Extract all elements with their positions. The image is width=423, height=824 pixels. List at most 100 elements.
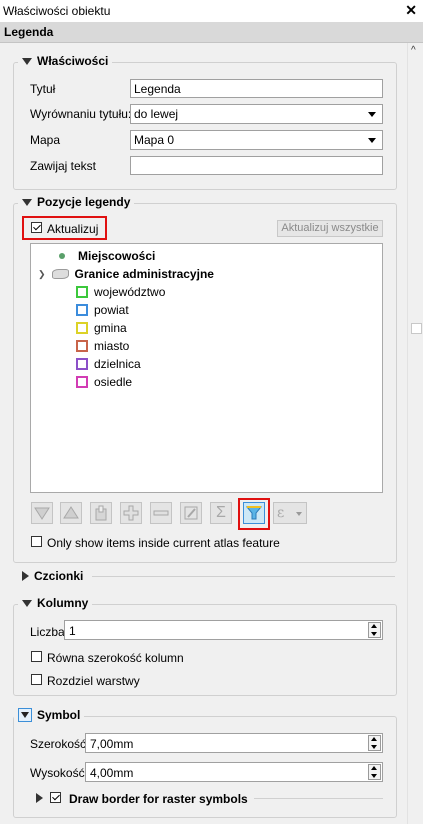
tree-class-dzielnica[interactable]: dzielnica <box>76 357 141 371</box>
tree-class-label: dzielnica <box>94 357 141 371</box>
point-symbol-icon <box>59 253 65 259</box>
symbol-width-value: 7,00mm <box>90 737 134 751</box>
title-input[interactable]: Legenda <box>130 79 383 98</box>
tree-item-miejscowosci[interactable]: Miejscowości <box>58 249 155 263</box>
scroll-thumb[interactable] <box>411 323 422 334</box>
title-alignment-select[interactable]: do lewej <box>130 104 383 124</box>
expression-icon: ε <box>277 505 285 521</box>
raster-border-checkbox[interactable] <box>50 792 61 803</box>
collapse-icon <box>22 57 32 65</box>
remove-item-button[interactable] <box>150 502 172 524</box>
add-group-button[interactable] <box>90 502 112 524</box>
symbol-swatch <box>76 340 88 352</box>
tree-item-label: Miejscowości <box>78 249 156 263</box>
symbol-group-toggle[interactable]: Symbol <box>14 708 85 722</box>
tree-class-label: województwo <box>94 285 166 299</box>
tree-class-label: osiedle <box>94 375 133 389</box>
move-down-button[interactable] <box>31 502 53 524</box>
fonts-group-toggle[interactable]: Czcionki <box>18 569 88 583</box>
raster-border-label: Draw border for raster symbols <box>69 792 248 806</box>
remove-item-icon <box>153 510 169 516</box>
symbol-width-label: Szerokość <box>30 737 87 751</box>
equal-width-checkbox[interactable] <box>31 651 42 662</box>
column-count-spinbox[interactable]: 1 <box>64 620 383 640</box>
spin-buttons[interactable] <box>368 735 381 751</box>
symbol-swatch <box>76 286 88 298</box>
fonts-group-line <box>92 576 395 577</box>
column-count-label: Liczba <box>30 625 65 639</box>
symbol-swatch <box>76 304 88 316</box>
collapse-icon <box>22 599 32 607</box>
chevron-down-icon[interactable]: ❯ <box>38 269 46 280</box>
close-icon[interactable]: ✕ <box>405 2 417 19</box>
columns-group-title: Kolumny <box>37 596 89 610</box>
tree-class-gmina[interactable]: gmina <box>76 321 127 335</box>
vertical-scrollbar[interactable]: ^ <box>407 43 423 824</box>
move-down-icon <box>34 507 50 520</box>
properties-scroll-area: Właściwości Tytuł Legenda Wyrównaniu tyt… <box>0 43 407 824</box>
symbol-swatch <box>76 358 88 370</box>
edit-item-button[interactable] <box>180 502 202 524</box>
sum-button[interactable]: Σ <box>210 502 232 524</box>
expand-icon[interactable] <box>36 793 43 803</box>
legend-tree[interactable]: Miejscowości ❯ Granice administracyjne w… <box>30 243 383 493</box>
symbol-swatch <box>76 322 88 334</box>
auto-update-label: Aktualizuj <box>47 222 99 236</box>
move-up-button[interactable] <box>60 502 82 524</box>
tree-class-powiat[interactable]: powiat <box>76 303 129 317</box>
atlas-only-label: Only show items inside current atlas fea… <box>47 536 280 550</box>
filter-legend-icon <box>246 506 262 520</box>
atlas-only-checkbox[interactable] <box>31 536 42 547</box>
spin-buttons[interactable] <box>368 622 381 638</box>
properties-group-toggle[interactable]: Właściwości <box>18 54 113 68</box>
add-group-icon <box>95 505 107 521</box>
chevron-down-icon <box>296 512 302 516</box>
tree-item-label: Granice administracyjne <box>74 267 214 281</box>
panel-titlebar: Właściwości obiektu ✕ <box>0 0 423 23</box>
move-up-icon <box>63 506 79 519</box>
item-header: Legenda <box>0 22 423 43</box>
collapse-icon <box>22 198 32 206</box>
filter-legend-button[interactable] <box>243 502 265 524</box>
symbol-group-title: Symbol <box>37 708 81 722</box>
title-alignment-label: Wyrównaniu tytułu: <box>30 107 132 121</box>
symbol-swatch <box>76 376 88 388</box>
map-label: Mapa <box>30 133 61 147</box>
symbol-height-value: 4,00mm <box>90 766 134 780</box>
add-item-icon <box>123 505 139 521</box>
tree-class-wojewodztwo[interactable]: województwo <box>76 285 165 299</box>
add-item-button[interactable] <box>120 502 142 524</box>
expression-filter-button[interactable]: ε <box>273 502 307 524</box>
edit-item-icon <box>184 506 198 520</box>
split-layers-checkbox[interactable] <box>31 674 42 685</box>
expand-icon <box>22 571 29 581</box>
split-layers-label: Rozdziel warstwy <box>47 674 140 688</box>
tree-item-granice[interactable]: ❯ Granice administracyjne <box>38 267 214 281</box>
update-all-button[interactable]: Aktualizuj wszystkie <box>277 220 383 237</box>
spin-buttons[interactable] <box>368 764 381 780</box>
map-select[interactable]: Mapa 0 <box>130 130 383 150</box>
collapse-icon <box>18 708 32 722</box>
tree-class-label: gmina <box>94 321 127 335</box>
tree-class-osiedle[interactable]: osiedle <box>76 375 132 389</box>
properties-group-title: Właściwości <box>37 54 109 68</box>
symbol-height-spinbox[interactable]: 4,00mm <box>85 762 383 782</box>
tree-class-miasto[interactable]: miasto <box>76 339 129 353</box>
equal-width-label: Równa szerokość kolumn <box>47 651 184 665</box>
chevron-down-icon <box>368 138 376 143</box>
panel-title: Właściwości obiektu <box>3 4 111 18</box>
legend-items-group-title: Pozycje legendy <box>37 195 131 209</box>
symbol-height-label: Wysokość <box>30 766 85 780</box>
raster-border-line <box>254 798 383 799</box>
symbol-width-spinbox[interactable]: 7,00mm <box>85 733 383 753</box>
map-value: Mapa 0 <box>134 133 175 147</box>
wrap-text-label: Zawijaj tekst <box>30 159 97 173</box>
columns-group-toggle[interactable]: Kolumny <box>18 596 93 610</box>
auto-update-checkbox[interactable] <box>31 222 42 233</box>
scroll-up-icon[interactable]: ^ <box>411 45 416 56</box>
wrap-text-input[interactable] <box>130 156 383 175</box>
tree-class-label: miasto <box>94 339 130 353</box>
legend-items-group-toggle[interactable]: Pozycje legendy <box>18 195 135 209</box>
chevron-down-icon <box>368 112 376 117</box>
column-count-value: 1 <box>69 624 76 638</box>
